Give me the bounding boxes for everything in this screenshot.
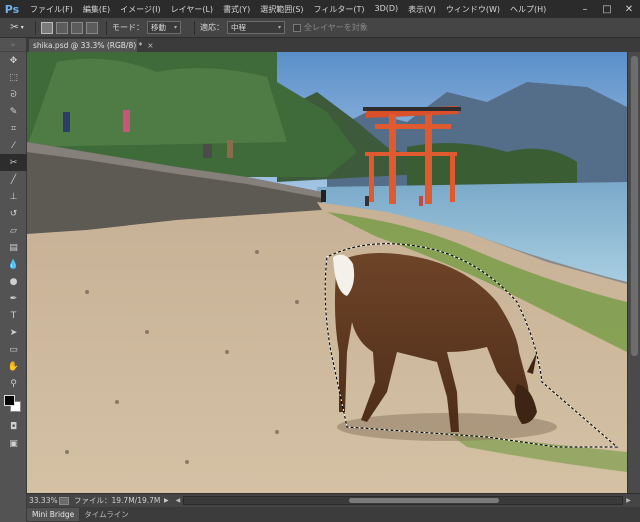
tab-timeline[interactable]: タイムライン (79, 508, 133, 521)
options-bar: ✂ ▾ モード： 移動 ▾ 適応： 中程 ▾ 全レイヤーを対象 (0, 18, 640, 38)
divider (194, 20, 195, 35)
menu-item[interactable]: 3D(D) (370, 4, 404, 15)
intersect-selection-button[interactable] (86, 21, 98, 34)
menu-bar: Ps ファイル(F) 編集(E) イメージ(I) レイヤー(L) 書式(Y) 選択範囲(S… (0, 0, 640, 18)
vertical-scrollbar[interactable] (627, 52, 640, 493)
color-swatches (0, 392, 27, 418)
status-icon[interactable] (59, 496, 69, 505)
zoom-tool-icon[interactable]: ⚲ (0, 375, 27, 392)
eyedropper-tool-icon[interactable]: ⁄ (0, 137, 27, 154)
menu-item[interactable]: ファイル(F) (25, 4, 78, 15)
zoom-level[interactable]: 33.33% (27, 496, 59, 505)
document-canvas[interactable] (27, 52, 627, 493)
minimize-button[interactable]: – (574, 0, 596, 18)
gradient-tool-icon[interactable]: ▤ (0, 239, 27, 256)
sample-all-layers-checkbox[interactable]: 全レイヤーを対象 (293, 22, 368, 33)
path-select-tool-icon[interactable]: ➤ (0, 324, 27, 341)
divider (35, 20, 36, 35)
status-menu-arrow-icon[interactable]: ▶ (164, 497, 169, 504)
content-aware-move-icon: ✂ (10, 22, 19, 33)
dodge-tool-icon[interactable]: ● (0, 273, 27, 290)
move-tool-icon[interactable]: ✥ (0, 52, 27, 69)
subtract-selection-button[interactable] (71, 21, 83, 34)
divider (106, 20, 107, 35)
document-tab-bar: shika.psd @ 33.3% (RGB/8) * × (27, 38, 640, 52)
menu-item[interactable]: レイヤー(L) (166, 4, 218, 15)
menu-item[interactable]: 選択範囲(S) (255, 4, 308, 15)
toolbox-collapse-grip[interactable]: » (0, 38, 26, 52)
adaptation-select[interactable]: 中程 ▾ (227, 21, 285, 34)
menu-item[interactable]: 編集(E) (78, 4, 115, 15)
history-brush-tool-icon[interactable]: ↺ (0, 205, 27, 222)
menu-item[interactable]: ヘルプ(H) (505, 4, 551, 15)
adaptation-label: 適応： (200, 23, 224, 32)
menu-item[interactable]: 表示(V) (403, 4, 441, 15)
close-button[interactable]: ✕ (618, 0, 640, 18)
menu-items: ファイル(F) 編集(E) イメージ(I) レイヤー(L) 書式(Y) 選択範囲(S) フィ… (25, 4, 551, 15)
chevron-down-icon: ▾ (277, 24, 281, 31)
vertical-scroll-thumb[interactable] (631, 56, 638, 356)
horizontal-scroll-thumb[interactable] (349, 498, 500, 503)
mode-label: モード： (112, 23, 144, 32)
tab-mini-bridge[interactable]: Mini Bridge (27, 508, 80, 521)
scroll-right-icon[interactable]: ▶ (626, 497, 631, 504)
foreground-color-swatch[interactable] (4, 395, 15, 406)
menu-item[interactable]: フィルター(T) (309, 4, 370, 15)
content-aware-move-tool-icon[interactable]: ✂ (0, 154, 27, 171)
panel-tabs: Mini Bridge タイムライン (27, 507, 640, 522)
document-tab[interactable]: shika.psd @ 33.3% (RGB/8) * × (29, 39, 154, 52)
photo-image (27, 52, 627, 493)
mode-value: 移動 (151, 23, 166, 32)
blur-tool-icon[interactable]: 💧 (0, 256, 27, 273)
marquee-tool-icon[interactable]: ⬚ (0, 69, 27, 86)
screen-mode-icon[interactable]: ▣ (0, 435, 27, 452)
crop-tool-icon[interactable]: ⌗ (0, 120, 27, 137)
pen-tool-icon[interactable]: ✒ (0, 290, 27, 307)
menu-item[interactable]: 書式(Y) (218, 4, 255, 15)
brush-tool-icon[interactable]: ╱ (0, 171, 27, 188)
eraser-tool-icon[interactable]: ▱ (0, 222, 27, 239)
tools-list: ✥ ⬚ ᘐ ✎ ⌗ ⁄ ✂ ╱ ⊥ ↺ ▱ ▤ 💧 ● ✒ T ➤ ▭ ✋ ⚲ (0, 52, 27, 392)
horizontal-scrollbar[interactable] (183, 496, 624, 505)
type-tool-icon[interactable]: T (0, 307, 27, 324)
hand-tool-icon[interactable]: ✋ (0, 358, 27, 375)
sample-all-label: 全レイヤーを対象 (304, 23, 368, 32)
add-selection-button[interactable] (56, 21, 68, 34)
mode-select[interactable]: 移動 ▾ (147, 21, 181, 34)
menu-item[interactable]: ウィンドウ(W) (441, 4, 505, 15)
file-info: ファイル：19.7M/19.7M (74, 496, 161, 505)
status-bar: 33.33% ファイル：19.7M/19.7M ▶ ◀ ▶ (27, 493, 640, 507)
menu-item[interactable]: イメージ(I) (115, 4, 165, 15)
quick-mask-icon[interactable]: ◘ (0, 418, 27, 435)
document-tab-title: shika.psd @ 33.3% (RGB/8) * (33, 41, 143, 50)
checkbox-box (293, 23, 301, 32)
toolbox: » ✥ ⬚ ᘐ ✎ ⌗ ⁄ ✂ ╱ ⊥ ↺ ▱ ▤ 💧 ● ✒ T ➤ ▭ ✋ ⚲ ◘ ▣ (0, 38, 27, 522)
adaptation-value: 中程 (231, 23, 246, 32)
scroll-left-icon[interactable]: ◀ (176, 497, 181, 504)
close-tab-icon[interactable]: × (147, 41, 153, 50)
lasso-tool-icon[interactable]: ᘐ (0, 86, 27, 103)
new-selection-button[interactable] (41, 21, 53, 34)
photoshop-logo: Ps (4, 2, 20, 16)
stamp-tool-icon[interactable]: ⊥ (0, 188, 27, 205)
chevron-down-icon: ▾ (20, 24, 24, 31)
maximize-button[interactable]: □ (596, 0, 618, 18)
chevron-down-icon: ▾ (173, 24, 177, 31)
window-controls: – □ ✕ (574, 0, 640, 18)
shape-tool-icon[interactable]: ▭ (0, 341, 27, 358)
tool-preset-picker[interactable]: ✂ ▾ (4, 20, 30, 36)
quick-select-tool-icon[interactable]: ✎ (0, 103, 27, 120)
